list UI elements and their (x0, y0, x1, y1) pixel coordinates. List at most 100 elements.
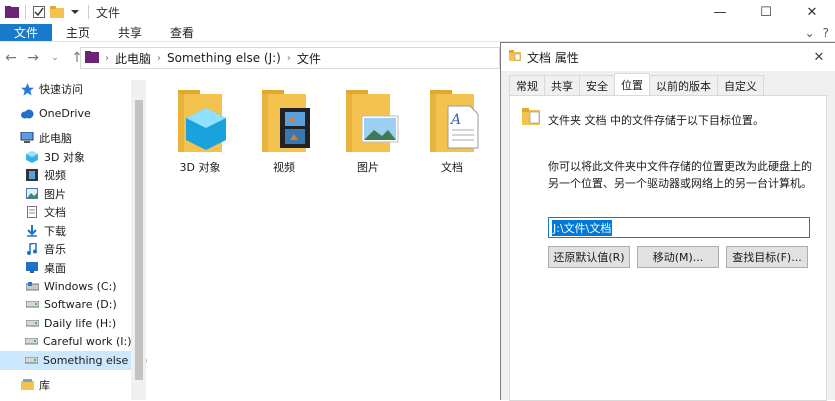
download-icon (25, 224, 39, 238)
breadcrumb-chevron-icon[interactable]: › (287, 53, 291, 64)
breadcrumb-drive-j[interactable]: Something else (J:) (167, 51, 281, 65)
ribbon-tabs: 文件 主页 共享 查看 ⌄ ? (0, 24, 835, 42)
sidebar-item-something-else-j[interactable]: Something else (J:) (0, 351, 147, 370)
ribbon-tab-view[interactable]: 查看 (156, 24, 208, 41)
tab-sharing[interactable]: 共享 (544, 75, 580, 95)
ribbon-right-controls: ⌄ ? (805, 24, 835, 41)
tab-previous-versions[interactable]: 以前的版本 (649, 75, 718, 95)
address-bar[interactable]: › 此电脑 › Something else (J:) › 文件 (80, 47, 500, 69)
video-icon (25, 168, 39, 182)
minimize-button[interactable]: — (697, 0, 743, 24)
tab-location[interactable]: 位置 (614, 73, 650, 95)
properties-check-icon[interactable] (31, 4, 47, 20)
sidebar-item-music[interactable]: 音乐 (0, 240, 131, 259)
help-icon[interactable]: ? (823, 26, 829, 40)
dialog-close-button[interactable]: ✕ (809, 47, 829, 67)
sidebar-item-libraries[interactable]: 库 (0, 376, 131, 395)
window-title: 文件 (96, 5, 121, 20)
drive-icon (25, 335, 38, 349)
breadcrumb-chevron-icon[interactable]: › (105, 53, 109, 64)
scrollbar-thumb[interactable] (135, 100, 143, 380)
file-list: 3D 对象 视频 图片 A 文档 (160, 80, 500, 400)
sidebar-item-label: 此电脑 (39, 132, 72, 146)
picture-icon (25, 187, 39, 201)
folder-documents-icon: A (430, 90, 479, 152)
expand-ribbon-icon[interactable]: ⌄ (805, 26, 815, 40)
sidebar-item-videos[interactable]: 视频 (0, 166, 131, 185)
library-icon (20, 378, 34, 392)
navigation-pane-scrollbar[interactable] (132, 80, 146, 400)
folder-tile-videos[interactable]: 视频 (244, 86, 324, 175)
restore-default-button[interactable]: 还原默认值(R) (548, 246, 630, 268)
quick-access-toolbar (0, 4, 92, 20)
sidebar-item-label: 图片 (44, 187, 66, 201)
sidebar-item-label: 库 (39, 378, 50, 392)
sidebar-item-onedrive[interactable]: OneDrive (0, 105, 131, 124)
sidebar-item-this-pc[interactable]: 此电脑 (0, 129, 131, 148)
file-explorer-window: 文件 — ☐ ✕ 文件 主页 共享 查看 ⌄ ? ← → ⌄ ↑ › 此电脑 ›… (0, 0, 835, 401)
sidebar-item-daily-life-h[interactable]: Daily life (H:) (0, 314, 131, 333)
find-target-button[interactable]: 查找目标(F)... (726, 246, 808, 268)
tab-customize[interactable]: 自定义 (717, 75, 764, 95)
recent-locations-chevron-icon[interactable]: ⌄ (44, 47, 66, 69)
location-tab-panel: 文件夹 文档 中的文件存储于以下目标位置。 你可以将此文件夹中文件存储的位置更改… (509, 95, 827, 401)
folder-tile-documents[interactable]: A 文档 (412, 86, 492, 175)
sidebar-item-careful-work-i[interactable]: Careful work (I:) (0, 333, 132, 352)
location-path-value: J:\文件\文档 (552, 219, 613, 236)
sidebar-item-label: 快速访问 (39, 83, 83, 97)
sidebar-item-label: Software (D:) (44, 298, 117, 312)
pc-icon (20, 131, 34, 145)
back-arrow-icon[interactable]: ← (0, 47, 22, 69)
music-icon (25, 242, 39, 256)
forward-arrow-icon[interactable]: → (22, 47, 44, 69)
dialog-title: 文档 属性 (527, 50, 579, 65)
sidebar-item-label: 桌面 (44, 261, 66, 275)
document-icon (25, 205, 39, 219)
folder-tile-3d-objects[interactable]: 3D 对象 (160, 86, 240, 175)
move-button[interactable]: 移动(M)... (637, 246, 719, 268)
ribbon-tab-share[interactable]: 共享 (104, 24, 156, 41)
desktop-icon (25, 261, 39, 275)
folder-label: 文档 (441, 161, 463, 174)
breadcrumb-files[interactable]: 文件 (297, 50, 321, 67)
sidebar-item-windows-c[interactable]: Windows (C:) (0, 277, 131, 296)
customize-dropdown-icon[interactable] (67, 4, 83, 20)
sidebar-item-quick-access[interactable]: 快速访问 (0, 80, 131, 99)
drive-icon (25, 316, 39, 330)
tab-security[interactable]: 安全 (579, 75, 615, 95)
folder-tile-pictures[interactable]: 图片 (328, 86, 408, 175)
close-button[interactable]: ✕ (789, 0, 835, 24)
maximize-button[interactable]: ☐ (743, 0, 789, 24)
cloud-icon (20, 107, 34, 121)
folder-3d-icon (178, 90, 226, 152)
location-path-input[interactable]: J:\文件\文档 (548, 217, 810, 238)
folder-label: 视频 (273, 161, 295, 174)
tab-general[interactable]: 常规 (509, 75, 545, 95)
location-button-row: 还原默认值(R) 移动(M)... 查找目标(F)... (548, 246, 808, 268)
breadcrumb-chevron-icon[interactable]: › (157, 53, 161, 64)
app-folder-icon (4, 4, 20, 20)
breadcrumb-this-pc[interactable]: 此电脑 (115, 50, 151, 67)
drive-icon (25, 279, 39, 293)
toolbar-separator (88, 5, 89, 19)
documents-folder-icon (522, 106, 542, 129)
sidebar-item-3d-objects[interactable]: 3D 对象 (0, 148, 131, 167)
new-folder-icon[interactable] (49, 4, 65, 20)
sidebar-item-downloads[interactable]: 下载 (0, 222, 131, 241)
sidebar-item-desktop[interactable]: 桌面 (0, 259, 131, 278)
sidebar-item-pictures[interactable]: 图片 (0, 185, 131, 204)
sidebar-item-documents[interactable]: 文档 (0, 203, 131, 222)
toolbar-separator (25, 5, 26, 19)
drive-icon (25, 298, 39, 312)
folder-video-icon (262, 90, 310, 152)
folder-label: 图片 (357, 161, 379, 174)
svg-text:A: A (449, 112, 461, 128)
folder-label: 3D 对象 (179, 161, 221, 174)
properties-dialog: 文档 属性 ✕ 常规 共享 安全 位置 以前的版本 自定义 文件夹 文档 中的文… (500, 42, 835, 401)
location-info-text: 你可以将此文件夹中文件存储的位置更改为此硬盘上的另一个位置、另一个驱动器或网络上… (548, 160, 812, 190)
ribbon-tab-file[interactable]: 文件 (0, 24, 53, 41)
ribbon-tab-home[interactable]: 主页 (52, 24, 104, 41)
cube-icon (25, 150, 39, 164)
dialog-folder-icon (509, 50, 521, 64)
sidebar-item-software-d[interactable]: Software (D:) (0, 296, 131, 315)
